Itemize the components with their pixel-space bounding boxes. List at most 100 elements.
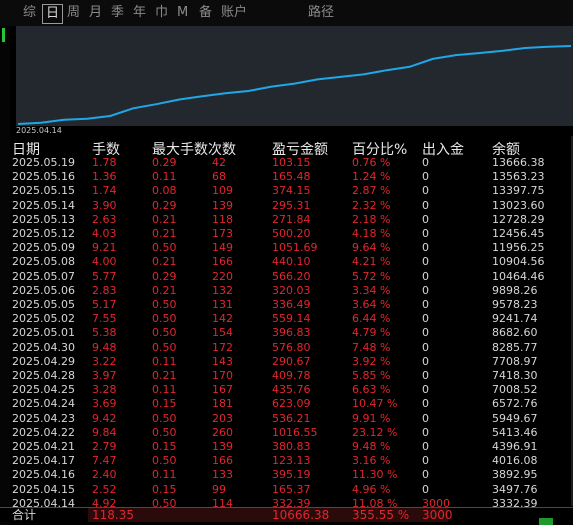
- cell-pnl: 1051.69: [272, 241, 318, 255]
- cell-count: 132: [212, 283, 233, 297]
- cell-pnl: 380.83: [272, 440, 311, 453]
- total-lots: 118.35: [92, 508, 134, 522]
- cell-flow: 0: [422, 198, 429, 212]
- table-row[interactable]: 2025.04.23 9.42 0.50 203 536.21 9.91 % 0 5949.6…: [10, 412, 573, 426]
- cell-balance: 12456.45: [492, 227, 545, 240]
- cell-flow: 0: [422, 170, 429, 184]
- cell-lots: 4.00: [92, 255, 117, 269]
- cell-count: 131: [212, 298, 233, 311]
- total-label: 合计: [12, 508, 37, 522]
- cell-flow: 0: [422, 326, 429, 340]
- tab-6[interactable]: 巾: [152, 4, 171, 22]
- cell-flow: 0: [422, 440, 429, 453]
- tab-0[interactable]: 综: [20, 4, 39, 22]
- table-row[interactable]: 2025.04.30 9.48 0.50 172 576.80 7.48 % 0 8285.7…: [10, 341, 573, 355]
- cell-max-lots: 0.21: [152, 212, 177, 226]
- cell-pnl: 374.15: [272, 184, 311, 198]
- tab-10[interactable]: 路径: [305, 4, 337, 22]
- table-row[interactable]: 2025.05.08 4.00 0.21 166 440.10 4.21 % 0 10904.…: [10, 255, 573, 269]
- table-row[interactable]: 2025.04.24 3.69 0.15 181 623.09 10.47 % 0 6572.…: [10, 397, 573, 411]
- cell-date: 2025.04.29: [12, 354, 75, 368]
- cell-count: 99: [212, 482, 226, 496]
- cell-date: 2025.05.14: [12, 198, 75, 212]
- cell-count: 68: [212, 170, 226, 184]
- table-row[interactable]: 2025.04.22 9.84 0.50 260 1016.55 23.12 % 0 5413…: [10, 426, 573, 440]
- cell-pnl: 123.13: [272, 454, 311, 468]
- cell-balance: 4016.08: [492, 454, 538, 468]
- table-row[interactable]: 2025.05.15 1.74 0.08 109 374.15 2.87 % 0 13397.…: [10, 184, 573, 198]
- cell-count: 170: [212, 369, 233, 382]
- cell-pct: 1.24 %: [352, 170, 391, 184]
- cell-balance: 7008.52: [492, 383, 538, 397]
- cell-balance: 5949.67: [492, 411, 538, 425]
- cell-balance: 3892.95: [492, 468, 538, 482]
- cell-balance: 9241.74: [492, 312, 538, 326]
- table-row[interactable]: 2025.05.02 7.55 0.50 142 559.14 6.44 % 0 9241.7…: [10, 312, 573, 326]
- table-row[interactable]: 2025.05.06 2.83 0.21 132 320.03 3.34 % 0 9898.2…: [10, 284, 573, 298]
- cell-pnl: 435.76: [272, 383, 311, 397]
- cell-pnl: 271.84: [272, 212, 311, 226]
- tab-8[interactable]: 备: [196, 4, 215, 22]
- cell-count: 181: [212, 397, 233, 411]
- table-row[interactable]: 2025.05.09 9.21 0.50 149 1051.69 9.64 % 0 11956…: [10, 241, 573, 255]
- cell-lots: 2.83: [92, 283, 117, 297]
- table-row[interactable]: 2025.05.14 3.90 0.29 139 295.31 2.32 % 0 13023.…: [10, 199, 573, 213]
- cell-pct: 11.30 %: [352, 468, 398, 482]
- table-row[interactable]: 2025.05.07 5.77 0.29 220 566.20 5.72 % 0 10464.…: [10, 270, 573, 284]
- table-row[interactable]: 2025.05.01 5.38 0.50 154 396.83 4.79 % 0 8682.6…: [10, 326, 573, 340]
- table-row[interactable]: 2025.05.05 5.17 0.50 131 336.49 3.64 % 0 9578.2…: [10, 298, 573, 312]
- cell-lots: 7.47: [92, 454, 117, 468]
- cell-date: 2025.04.28: [12, 369, 75, 382]
- cell-date: 2025.04.25: [12, 383, 75, 397]
- cell-count: 166: [212, 454, 233, 468]
- cell-date: 2025.05.09: [12, 241, 75, 255]
- cell-pct: 23.12 %: [352, 425, 398, 439]
- cell-lots: 1.74: [92, 184, 117, 198]
- cell-pct: 3.64 %: [352, 298, 391, 311]
- tab-2[interactable]: 周: [64, 4, 83, 22]
- cell-balance: 5413.46: [492, 425, 538, 439]
- cell-balance: 6572.76: [492, 397, 538, 411]
- table-row[interactable]: 2025.04.21 2.79 0.15 139 380.83 9.48 % 0 4396.9…: [10, 440, 573, 454]
- cell-balance: 4396.91: [492, 440, 538, 453]
- table-row[interactable]: 2025.04.17 7.47 0.50 166 123.13 3.16 % 0 4016.0…: [10, 454, 573, 468]
- table-row[interactable]: 2025.04.28 3.97 0.21 170 409.78 5.85 % 0 7418.3…: [10, 369, 573, 383]
- table-row[interactable]: 2025.05.16 1.36 0.11 68 165.48 1.24 % 0 13563.2…: [10, 170, 573, 184]
- tab-3[interactable]: 月: [86, 4, 105, 22]
- cell-count: 143: [212, 354, 233, 368]
- cell-date: 2025.04.21: [12, 440, 75, 453]
- table-row[interactable]: 2025.05.12 4.03 0.21 173 500.20 4.18 % 0 12456.…: [10, 227, 573, 241]
- cell-max-lots: 0.21: [152, 255, 177, 269]
- cell-lots: 3.97: [92, 369, 117, 382]
- table-row[interactable]: 2025.05.13 2.63 0.21 118 271.84 2.18 % 0 12728.…: [10, 213, 573, 227]
- table-row[interactable]: 2025.04.29 3.22 0.11 143 290.67 3.92 % 0 7708.9…: [10, 355, 573, 369]
- cell-count: 167: [212, 383, 233, 397]
- cell-pnl: 395.19: [272, 468, 311, 482]
- table-row[interactable]: 2025.04.16 2.40 0.11 133 395.19 11.30 % 0 3892.…: [10, 468, 573, 482]
- cell-count: 118: [212, 212, 233, 226]
- cell-date: 2025.05.13: [12, 212, 75, 226]
- cell-flow: 0: [422, 283, 429, 297]
- cell-pct: 6.63 %: [352, 383, 391, 397]
- cell-pct: 6.44 %: [352, 312, 391, 326]
- tab-4[interactable]: 季: [108, 4, 127, 22]
- table-row[interactable]: 2025.04.25 3.28 0.11 167 435.76 6.63 % 0 7008.5…: [10, 383, 573, 397]
- cell-count: 139: [212, 440, 233, 453]
- cell-flow: 0: [422, 425, 429, 439]
- cell-balance: 9898.26: [492, 283, 538, 297]
- cell-count: 109: [212, 184, 233, 198]
- cell-max-lots: 0.29: [152, 156, 177, 169]
- cell-pnl: 1016.55: [272, 425, 318, 439]
- tab-1[interactable]: 日: [42, 4, 64, 24]
- period-tab-bar: 综日周月季年巾 M 备账户 路径: [0, 0, 573, 26]
- cell-balance: 13563.23: [492, 170, 545, 184]
- tab-5[interactable]: 年: [130, 4, 149, 22]
- tab-7[interactable]: M: [174, 4, 191, 22]
- cell-date: 2025.04.15: [12, 482, 75, 496]
- cell-pnl: 295.31: [272, 198, 311, 212]
- table-row[interactable]: 2025.05.19 1.78 0.29 42 103.15 0.76 % 0 13666.3…: [10, 156, 573, 170]
- table-row[interactable]: 2025.04.15 2.52 0.15 99 165.37 4.96 % 0 3497.76: [10, 483, 573, 497]
- tab-9[interactable]: 账户: [218, 4, 250, 22]
- cell-lots: 9.84: [92, 425, 117, 439]
- cell-pct: 2.32 %: [352, 198, 391, 212]
